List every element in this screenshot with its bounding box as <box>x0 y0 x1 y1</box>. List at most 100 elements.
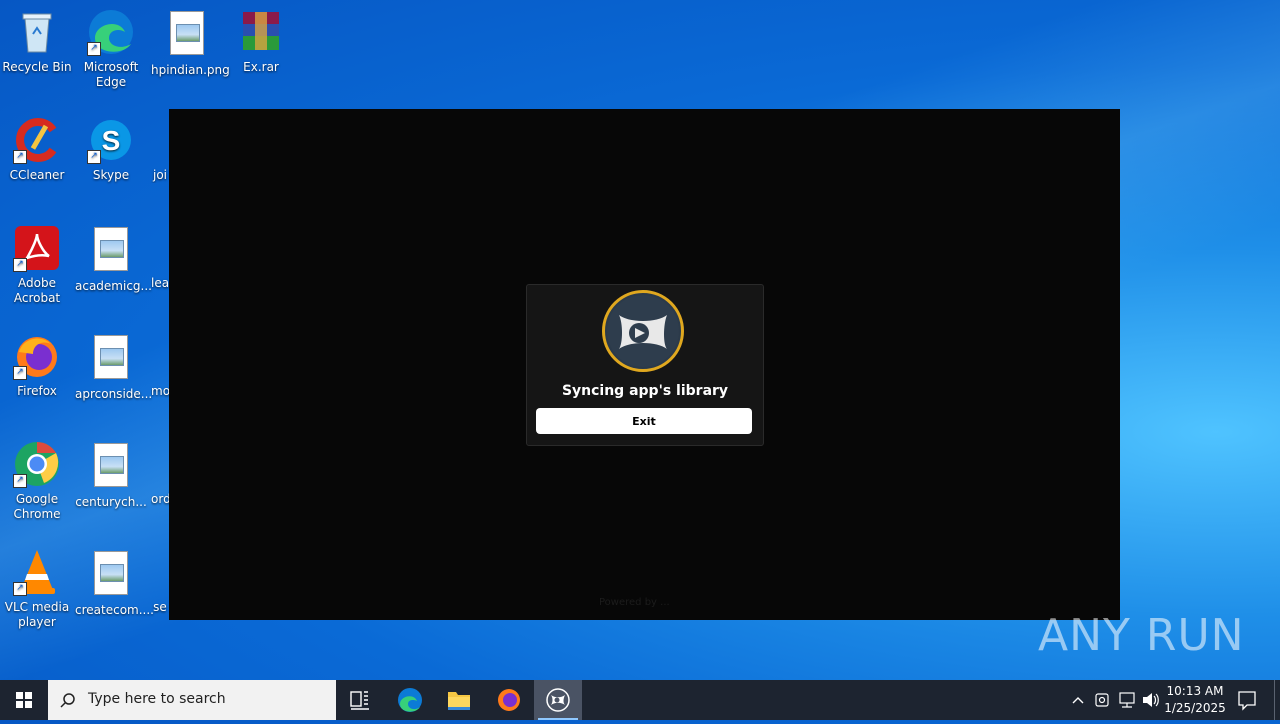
taskbar-firefox-button[interactable] <box>485 680 533 720</box>
desktop-icon-label: createcom.... <box>75 603 154 617</box>
firefox-icon <box>498 689 520 711</box>
desktop-icon-firefox[interactable]: ↗ Firefox <box>1 332 73 399</box>
show-desktop-button[interactable] <box>1274 680 1280 720</box>
tray-volume-button[interactable] <box>1140 680 1162 720</box>
desktop-icon-label: VLC media player <box>4 600 70 629</box>
task-view-icon <box>350 691 369 710</box>
desktop-icon-label: mo <box>151 384 169 398</box>
shortcut-arrow-icon: ↗ <box>13 150 27 164</box>
dialog-title: Syncing app's library <box>561 383 729 399</box>
desktop-icon-label: Ex.rar <box>243 60 279 74</box>
chrome-icon: ↗ <box>13 440 61 488</box>
anyrun-watermark: ANY RUN <box>1038 610 1245 661</box>
search-icon <box>60 693 75 708</box>
desktop-icon-ord[interactable]: ord <box>151 440 169 507</box>
desktop-icon-centurych[interactable]: centurych... <box>75 440 147 510</box>
desktop-icon-label: academicg... <box>75 279 152 293</box>
tray-meet-now-button[interactable] <box>1092 680 1114 720</box>
desktop-icon-ex-rar[interactable]: Ex.rar <box>225 8 297 75</box>
desktop-icon-joi[interactable]: joi <box>151 116 169 183</box>
desktop-icon-se[interactable]: se <box>151 548 169 615</box>
adobe-acrobat-icon: ↗ <box>13 224 61 272</box>
file-icon <box>151 116 169 164</box>
taskbar: Type here to search 10:13 AM 1/25/2025 <box>0 680 1280 720</box>
desktop-icon-label: Adobe Acrobat <box>13 276 61 305</box>
edge-icon: ↗ <box>87 8 135 56</box>
taskbar-search-box[interactable]: Type here to search <box>48 680 336 720</box>
desktop-icon-skype[interactable]: S ↗ Skype <box>75 116 147 183</box>
taskbar-file-explorer-button[interactable] <box>435 680 483 720</box>
search-placeholder: Type here to search <box>88 691 226 707</box>
recycle-bin-icon <box>13 8 61 56</box>
desktop-icon-label: Google Chrome <box>13 492 61 521</box>
desktop-icon-label: Skype <box>92 168 130 182</box>
desktop-icon-label: Microsoft Edge <box>83 60 139 89</box>
desktop-icon-lea[interactable]: lea <box>151 224 169 291</box>
network-icon <box>1119 692 1135 708</box>
shortcut-arrow-icon: ↗ <box>13 582 27 596</box>
exit-button[interactable]: Exit <box>536 408 752 434</box>
windows-logo-icon <box>16 692 32 708</box>
image-file-icon <box>87 227 135 275</box>
file-icon <box>151 224 169 272</box>
vlc-icon: ↗ <box>13 548 61 596</box>
desktop-icon-vlc[interactable]: ↗ VLC media player <box>1 548 73 630</box>
image-file-icon <box>87 443 135 491</box>
desktop-icon-adobe-acrobat[interactable]: ↗ Adobe Acrobat <box>1 224 73 306</box>
shortcut-arrow-icon: ↗ <box>13 366 27 380</box>
desktop-icon-google-chrome[interactable]: ↗ Google Chrome <box>1 440 73 522</box>
desktop-icon-ccleaner[interactable]: ↗ CCleaner <box>1 116 73 183</box>
desktop-icon-label: Recycle Bin <box>2 60 72 74</box>
edge-icon <box>398 688 422 712</box>
ccleaner-icon: ↗ <box>13 116 61 164</box>
shortcut-arrow-icon: ↗ <box>13 258 27 272</box>
desktop-icon-label: Firefox <box>17 384 57 398</box>
folder-icon <box>448 692 470 710</box>
desktop-icon-label: se <box>153 600 167 614</box>
desktop-icon-label: joi <box>152 168 167 182</box>
taskbar-active-app-button[interactable] <box>534 680 582 720</box>
task-view-button[interactable] <box>336 680 384 720</box>
image-file-icon <box>163 11 211 59</box>
taskbar-edge-button[interactable] <box>386 680 434 720</box>
winrar-archive-icon <box>237 8 285 56</box>
desktop-icon-aprconside[interactable]: aprconside... <box>75 332 152 402</box>
app-window: Syncing app's library Exit Powered by ..… <box>169 109 1120 620</box>
shortcut-arrow-icon: ↗ <box>87 150 101 164</box>
notification-icon <box>1238 691 1256 711</box>
file-icon <box>151 440 169 488</box>
desktop-icon-label: ord <box>151 492 169 506</box>
desktop-icon-label: centurych... <box>75 495 147 509</box>
shortcut-arrow-icon: ↗ <box>87 42 101 56</box>
desktop-icon-label: hpindian.png <box>151 63 230 77</box>
desktop-icon-label: aprconside... <box>75 387 153 401</box>
clock-time: 10:13 AM <box>1166 684 1224 698</box>
app-logo-icon <box>602 290 684 372</box>
shortcut-arrow-icon: ↗ <box>13 474 27 488</box>
desktop-icon-mo[interactable]: mo <box>151 332 169 399</box>
firefox-icon: ↗ <box>13 332 61 380</box>
start-button[interactable] <box>0 680 48 720</box>
desktop-icon-academicg[interactable]: academicg... <box>75 224 152 294</box>
chevron-up-icon <box>1072 697 1084 704</box>
desktop-icon-recycle-bin[interactable]: Recycle Bin <box>1 8 73 75</box>
desktop-icon-label: lea <box>151 276 169 290</box>
desktop-icon-microsoft-edge[interactable]: ↗ Microsoft Edge <box>75 8 147 90</box>
svg-text:S: S <box>102 125 121 156</box>
app-icon <box>546 688 570 712</box>
app-footer-text: Powered by ... <box>599 597 670 608</box>
taskbar-clock[interactable]: 10:13 AM 1/25/2025 <box>1160 683 1230 717</box>
desktop-icon-createcom[interactable]: createcom.... <box>75 548 154 618</box>
file-icon <box>151 332 169 380</box>
desktop-icon-label: CCleaner <box>9 168 65 182</box>
speaker-icon <box>1143 693 1159 707</box>
image-file-icon <box>87 335 135 383</box>
notification-center-button[interactable] <box>1234 680 1260 720</box>
tray-network-button[interactable] <box>1116 680 1138 720</box>
sync-dialog: Syncing app's library Exit <box>526 284 764 446</box>
camera-icon <box>1095 693 1109 707</box>
image-file-icon <box>87 551 135 599</box>
desktop-icon-hpindian[interactable]: hpindian.png <box>151 8 230 78</box>
skype-icon: S ↗ <box>87 116 135 164</box>
show-hidden-icons-button[interactable] <box>1068 680 1088 720</box>
